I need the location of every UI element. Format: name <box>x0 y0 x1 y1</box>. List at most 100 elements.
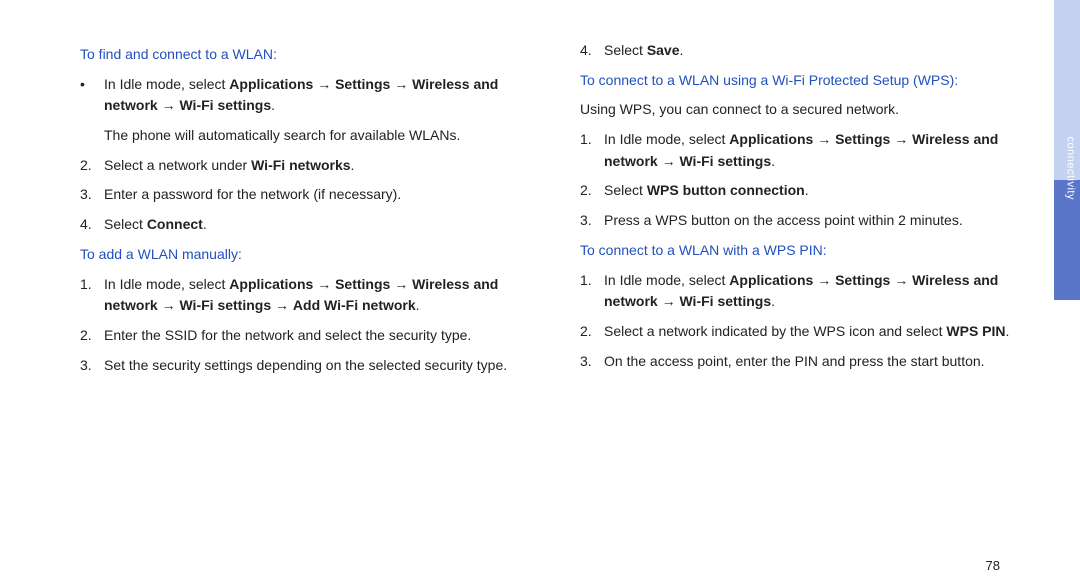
list-item-text: Select Connect. <box>104 214 207 236</box>
text-run: . <box>771 153 775 169</box>
number-marker: 4. <box>80 214 104 236</box>
right-column: 4. Select Save. To connect to a WLAN usi… <box>580 40 1040 555</box>
list-item: 1. In Idle mode, select Applications → S… <box>80 274 540 317</box>
bold-run: Connect <box>147 216 203 232</box>
arrow-text: → <box>890 131 912 147</box>
bold-run: Wi-Fi settings <box>179 97 271 113</box>
text-run: . <box>203 216 207 232</box>
list-item-text: In Idle mode, select Applications → Sett… <box>604 129 1040 172</box>
list-item-text: Select a network under Wi-Fi networks. <box>104 155 354 177</box>
bold-run: Save <box>647 42 680 58</box>
number-marker: 1. <box>580 129 604 172</box>
arrow-text: → <box>813 272 835 288</box>
list-item: 3. On the access point, enter the PIN an… <box>580 351 1040 373</box>
bold-run: WPS button connection <box>647 182 805 198</box>
arrow-text: → <box>813 131 835 147</box>
document-page: To find and connect to a WLAN: • In Idle… <box>0 0 1080 585</box>
left-column: To find and connect to a WLAN: • In Idle… <box>80 40 540 555</box>
arrow-text: → <box>390 76 412 92</box>
bold-run: WPS PIN <box>946 323 1005 339</box>
section-tab: connectivity <box>1054 0 1080 585</box>
arrow-text: → <box>158 97 180 113</box>
list-item: 4. Select Connect. <box>80 214 540 236</box>
list-item-text: Enter a password for the network (if nec… <box>104 184 401 206</box>
text-run: Select a network indicated by the WPS ic… <box>604 323 946 339</box>
arrow-text: → <box>658 293 680 309</box>
section-heading: To connect to a WLAN with a WPS PIN: <box>580 240 1040 262</box>
bullet-marker: • <box>80 74 104 117</box>
text-run: In Idle mode, select <box>104 276 229 292</box>
list-item: 3. Enter a password for the network (if … <box>80 184 540 206</box>
arrow-text: → <box>313 276 335 292</box>
bold-run: Applications <box>229 76 313 92</box>
section-heading: To find and connect to a WLAN: <box>80 44 540 66</box>
bold-run: Wi-Fi settings <box>179 297 271 313</box>
list-item: 3. Set the security settings depending o… <box>80 355 540 377</box>
section-heading: To connect to a WLAN using a Wi-Fi Prote… <box>580 70 1040 92</box>
list-item: 4. Select Save. <box>580 40 1040 62</box>
list-item-text: In Idle mode, select Applications → Sett… <box>604 270 1040 313</box>
arrow-text: → <box>390 276 412 292</box>
bold-run: Settings <box>335 76 390 92</box>
arrow-text: → <box>890 272 912 288</box>
bold-run: Settings <box>335 276 390 292</box>
list-item: 3. Press a WPS button on the access poin… <box>580 210 1040 232</box>
arrow-text: → <box>271 297 293 313</box>
list-item-text: Select WPS button connection. <box>604 180 809 202</box>
arrow-text: → <box>313 76 335 92</box>
text-run: Select <box>604 182 647 198</box>
list-item: 1. In Idle mode, select Applications → S… <box>580 129 1040 172</box>
intro-text: Using WPS, you can connect to a secured … <box>580 99 1040 121</box>
text-run: In Idle mode, select <box>104 76 229 92</box>
text-run: . <box>680 42 684 58</box>
bold-run: Wi-Fi settings <box>679 293 771 309</box>
number-marker: 3. <box>80 355 104 377</box>
list-item-text: On the access point, enter the PIN and p… <box>604 351 985 373</box>
bold-run: Applications <box>729 131 813 147</box>
text-run: . <box>351 157 355 173</box>
list-item-text: Enter the SSID for the network and selec… <box>104 325 471 347</box>
text-run: Select <box>604 42 647 58</box>
text-run: . <box>1006 323 1010 339</box>
list-item: • In Idle mode, select Applications → Se… <box>80 74 540 117</box>
number-marker: 2. <box>580 180 604 202</box>
bold-run: Settings <box>835 131 890 147</box>
bold-run: Applications <box>729 272 813 288</box>
number-marker: 2. <box>80 155 104 177</box>
number-marker: 1. <box>580 270 604 313</box>
text-run: Select <box>104 216 147 232</box>
bold-run: Add Wi-Fi network <box>293 297 416 313</box>
list-item: 2. Select a network indicated by the WPS… <box>580 321 1040 343</box>
number-marker: 2. <box>580 321 604 343</box>
list-item-text: Set the security settings depending on t… <box>104 355 507 377</box>
number-marker: 2. <box>80 325 104 347</box>
list-item-text: Select a network indicated by the WPS ic… <box>604 321 1009 343</box>
text-run: . <box>771 293 775 309</box>
text-run: . <box>416 297 420 313</box>
page-number: 78 <box>986 558 1000 573</box>
text-run: Select a network under <box>104 157 251 173</box>
tab-label: connectivity <box>1064 137 1076 200</box>
number-marker: 1. <box>80 274 104 317</box>
bold-run: Settings <box>835 272 890 288</box>
arrow-text: → <box>658 153 680 169</box>
sub-item-text: The phone will automatically search for … <box>104 125 540 147</box>
list-item: 1. In Idle mode, select Applications → S… <box>580 270 1040 313</box>
bold-run: Applications <box>229 276 313 292</box>
text-run: . <box>805 182 809 198</box>
section-heading: To add a WLAN manually: <box>80 244 540 266</box>
list-item-text: Select Save. <box>604 40 683 62</box>
list-item: 2. Enter the SSID for the network and se… <box>80 325 540 347</box>
list-item-text: In Idle mode, select Applications → Sett… <box>104 74 540 117</box>
list-item: 2. Select WPS button connection. <box>580 180 1040 202</box>
number-marker: 3. <box>80 184 104 206</box>
list-item-text: In Idle mode, select Applications → Sett… <box>104 274 540 317</box>
bold-run: Wi-Fi settings <box>679 153 771 169</box>
arrow-text: → <box>158 297 180 313</box>
list-item-text: Press a WPS button on the access point w… <box>604 210 963 232</box>
number-marker: 3. <box>580 210 604 232</box>
list-item: 2. Select a network under Wi-Fi networks… <box>80 155 540 177</box>
bold-run: Wi-Fi networks <box>251 157 350 173</box>
text-run: In Idle mode, select <box>604 131 729 147</box>
number-marker: 3. <box>580 351 604 373</box>
